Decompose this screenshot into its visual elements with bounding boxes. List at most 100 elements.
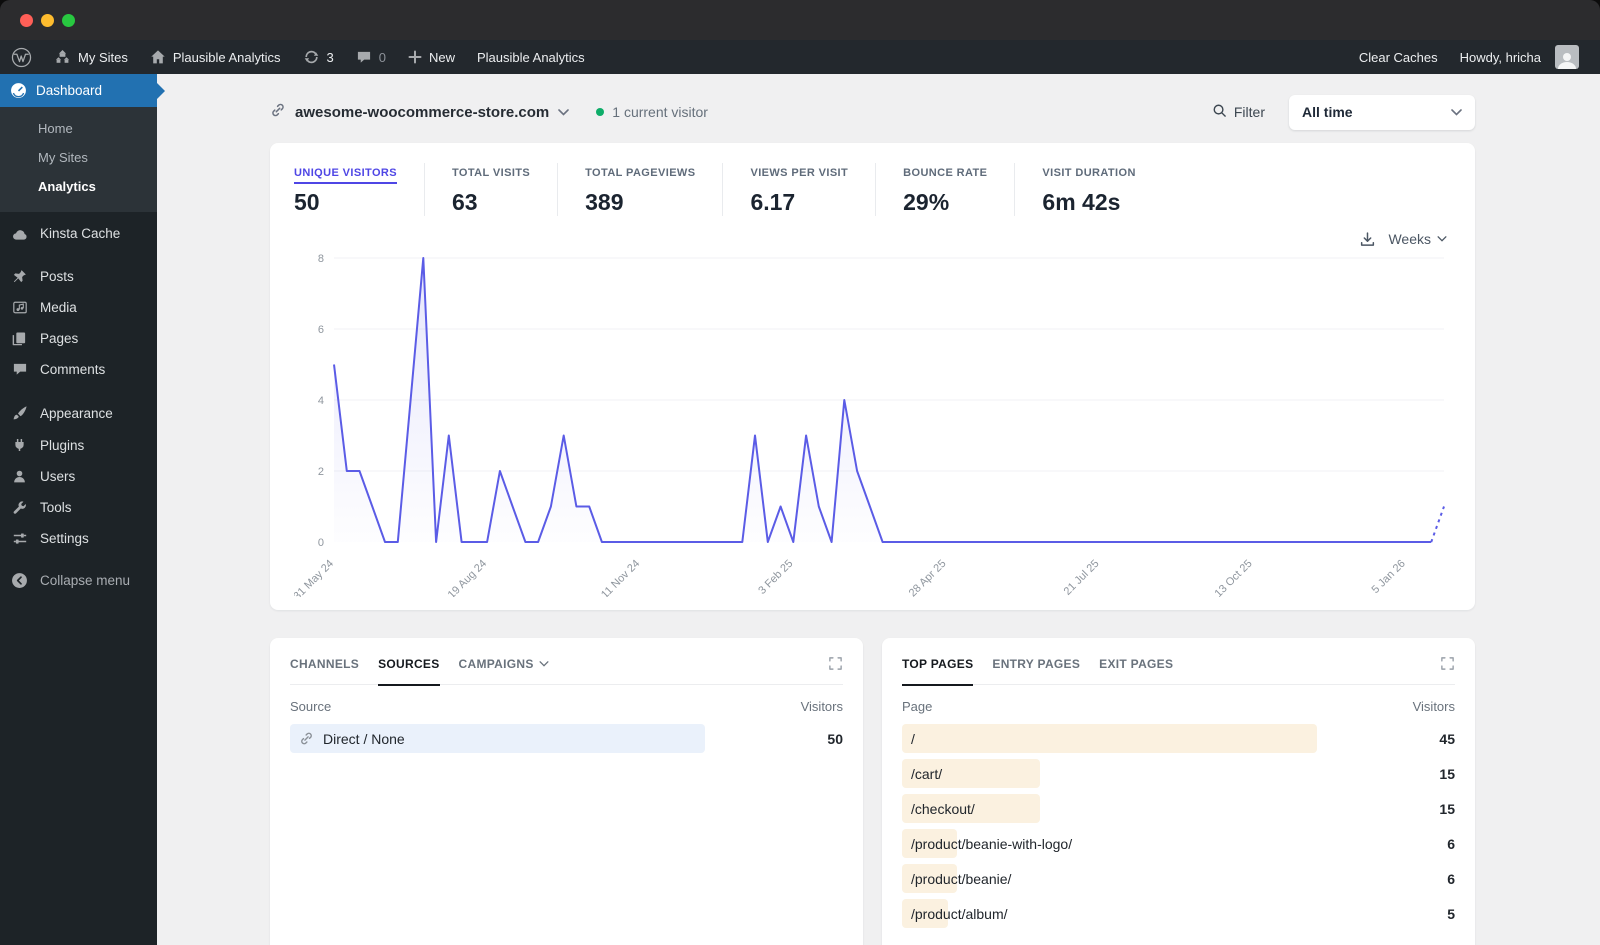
close-button[interactable]	[20, 13, 33, 27]
sidebar-subitem-analytics[interactable]: Analytics	[0, 172, 157, 201]
comments[interactable]: 0	[345, 40, 397, 74]
svg-text:5 Jan 26: 5 Jan 26	[1370, 558, 1408, 596]
download-icon[interactable]	[1359, 231, 1376, 248]
zoom-button[interactable]	[62, 13, 75, 27]
plausible-analytics-menu[interactable]: Plausible Analytics	[466, 40, 596, 74]
sidebar-item-media[interactable]: Media	[0, 292, 157, 323]
sidebar-item-label: Posts	[40, 269, 74, 284]
sidebar-item-settings[interactable]: Settings	[0, 523, 157, 554]
expand-icon[interactable]	[828, 656, 843, 671]
filter-button[interactable]: Filter	[1212, 103, 1265, 121]
sidebar-item-label: Comments	[40, 362, 106, 377]
sidebar-item-label: Users	[40, 469, 76, 484]
stat-total-pageviews[interactable]: TOTAL PAGEVIEWS 389	[585, 163, 724, 216]
new[interactable]: New	[397, 40, 466, 74]
stat-value: 389	[585, 189, 624, 215]
row-label[interactable]: Direct / None	[290, 731, 405, 747]
row-label[interactable]: /product/beanie/	[902, 871, 1011, 887]
sidebar-item-collapse-menu[interactable]: Collapse menu	[0, 564, 157, 597]
link-icon	[270, 102, 286, 122]
row-label[interactable]: /cart/	[902, 766, 942, 782]
svg-text:28 Apr 25: 28 Apr 25	[907, 558, 949, 597]
sidebar-item-comments[interactable]: Comments	[0, 354, 157, 385]
svg-text:13 Oct 25: 13 Oct 25	[1213, 558, 1255, 597]
admin-bar-right: Clear Caches Howdy, hricha	[1348, 40, 1600, 74]
sidebar-item-tools[interactable]: Tools	[0, 492, 157, 523]
svg-text:0: 0	[318, 537, 324, 549]
value-column-header: Visitors	[800, 699, 843, 714]
tab-sources[interactable]: SOURCES	[378, 657, 440, 686]
macos-window: My Sites Plausible Analytics 3 0 New Plausibl…	[0, 0, 1600, 945]
plus-icon	[408, 50, 422, 64]
sidebar-item-label: Pages	[40, 331, 79, 346]
stat-views-per-visit[interactable]: VIEWS PER VISIT 6.17	[750, 163, 877, 216]
row-label[interactable]: /checkout/	[902, 801, 975, 817]
svg-text:3 Feb 25: 3 Feb 25	[756, 558, 795, 597]
tab-exit-pages[interactable]: EXIT PAGES	[1099, 657, 1173, 671]
interval-select[interactable]: Weeks	[1388, 231, 1447, 247]
current-visitors-label: 1 current visitor	[612, 104, 708, 120]
admin-bar-item-label: Plausible Analytics	[477, 49, 585, 65]
name-column-header: Source	[290, 699, 332, 714]
account-menu[interactable]: Howdy, hricha	[1449, 40, 1590, 74]
minimize-button[interactable]	[41, 13, 54, 27]
main-content: awesome-woocommerce-store.com 1 current …	[157, 74, 1600, 945]
row-label[interactable]: /	[902, 731, 915, 747]
sidebar-item-plugins[interactable]: Plugins	[0, 429, 157, 461]
cloud-icon	[10, 227, 29, 241]
sidebar-item-dashboard[interactable]: Dashboard	[0, 74, 165, 107]
wp-logo[interactable]	[0, 40, 43, 74]
site-name: awesome-woocommerce-store.com	[295, 103, 550, 121]
my-sites[interactable]: My Sites	[43, 40, 139, 74]
line-chart-svg: 0 2 4 6 8 31 May 24 19 Aug 24 11 Nov 24 3 Feb 25…	[291, 253, 1445, 602]
stat-value: 6.17	[750, 189, 796, 215]
sidebar-item-appearance[interactable]: Appearance	[0, 397, 157, 429]
site-home[interactable]: Plausible Analytics	[139, 40, 292, 74]
stat-total-visits[interactable]: TOTAL VISITS 63	[452, 163, 559, 216]
admin-bar-item-label: 3	[326, 49, 334, 65]
sidebar-subitem-home[interactable]: Home	[0, 114, 157, 143]
comments-icon	[356, 50, 372, 65]
sidebar-item-pages[interactable]: Pages	[0, 323, 157, 354]
date-range-value: All time	[1302, 104, 1353, 120]
clear-caches-button[interactable]: Clear Caches	[1348, 40, 1449, 74]
collapse-icon	[10, 572, 29, 589]
tab-entry-pages[interactable]: ENTRY PAGES	[992, 657, 1080, 671]
row-label[interactable]: /product/beanie-with-logo/	[902, 836, 1072, 852]
chevron-down-icon	[558, 108, 570, 116]
tab-channels[interactable]: CHANNELS	[290, 657, 359, 671]
analytics-card: UNIQUE VISITORS 50 TOTAL VISITS 63 TOTAL PAG…	[270, 143, 1475, 610]
dashboard-submenu: Home My Sites Analytics	[0, 107, 157, 212]
stat-label: UNIQUE VISITORS	[294, 167, 397, 184]
site-selector[interactable]: awesome-woocommerce-store.com	[270, 102, 570, 122]
sidebar-item-label: Settings	[40, 531, 89, 546]
sidebar-item-posts[interactable]: Posts	[0, 261, 157, 292]
expand-icon[interactable]	[1440, 656, 1455, 671]
table-row: /product/beanie-with-logo/6	[902, 829, 1455, 858]
stat-visit-duration[interactable]: VISIT DURATION 6m 42s	[1042, 163, 1162, 216]
home-icon	[150, 49, 166, 65]
sidebar-item-label: Tools	[40, 500, 72, 515]
avatar	[1555, 45, 1579, 69]
stat-bounce-rate[interactable]: BOUNCE RATE 29%	[903, 163, 1016, 216]
date-range-select[interactable]: All time	[1289, 94, 1475, 130]
stat-unique-visitors[interactable]: UNIQUE VISITORS 50	[294, 163, 425, 216]
chevron-down-icon	[1451, 108, 1462, 116]
plugins-icon	[10, 437, 29, 453]
row-value: 45	[1439, 730, 1455, 747]
app-shell: Dashboard Home My Sites Analytics Kinsta Cac…	[0, 74, 1600, 945]
sidebar-subitem-my-sites[interactable]: My Sites	[0, 143, 157, 172]
sidebar-item-kinsta-cache[interactable]: Kinsta Cache	[0, 218, 157, 249]
link-icon	[299, 731, 314, 746]
tab-top-pages[interactable]: TOP PAGES	[902, 657, 974, 686]
updates[interactable]: 3	[292, 40, 345, 74]
sources-tabs: CHANNELS SOURCES CAMPAIGNS	[290, 656, 843, 686]
table-row: /product/beanie/6	[902, 864, 1455, 893]
row-label[interactable]: /product/album/	[902, 906, 1008, 922]
wp-admin-bar: My Sites Plausible Analytics 3 0 New Plausibl…	[0, 40, 1600, 74]
comments-icon	[10, 362, 29, 377]
tab-campaigns[interactable]: CAMPAIGNS	[459, 657, 549, 671]
sidebar-item-users[interactable]: Users	[0, 461, 157, 492]
admin-bar-item-label: New	[428, 49, 455, 65]
name-column-header: Page	[902, 699, 933, 714]
